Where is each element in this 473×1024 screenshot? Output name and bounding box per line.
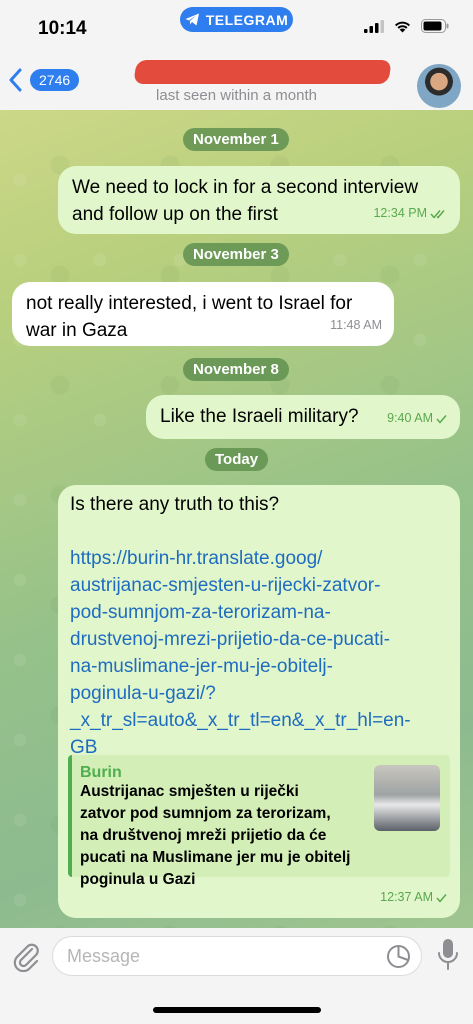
check-icon: [436, 414, 447, 424]
link-preview-card[interactable]: Burin Austrijanac smješten u riječki zat…: [68, 755, 450, 888]
message-time: 9:40 AM: [387, 411, 433, 425]
message-bubble-outgoing[interactable]: Like the Israeli military? 9:40 AM: [146, 395, 460, 439]
telegram-pill[interactable]: TELEGRAM: [180, 7, 293, 32]
link-line: drustvenoj-mrezi-prijetio-da-ce-pucati-: [70, 629, 390, 650]
paperclip-icon[interactable]: [12, 940, 40, 972]
message-time: 11:48 AM: [330, 318, 382, 332]
date-separator: Today: [205, 448, 269, 471]
link-line: _x_tr_sl=auto&_x_tr_tl=en&_x_tr_hl=en-: [70, 710, 411, 731]
double-check-icon: [430, 209, 445, 219]
date-separator: November 8: [183, 358, 289, 381]
message-bubble-outgoing[interactable]: Is there any truth to this? https://buri…: [58, 485, 460, 918]
message-body: Is there any truth to this? https://buri…: [70, 491, 450, 761]
battery-icon: [421, 19, 449, 33]
preview-line: pucati na Muslimane jer mu je obitelj: [80, 849, 351, 866]
message-bubble-incoming[interactable]: not really interested, i went to Israel …: [12, 282, 394, 346]
home-indicator[interactable]: [153, 1007, 321, 1013]
link-line: https://burin-hr.translate.goog/: [70, 548, 323, 569]
message-line: war in Gaza: [26, 320, 128, 341]
sticker-icon[interactable]: [386, 944, 411, 969]
signal-icon: [364, 19, 384, 33]
message-time: 12:34 PM: [373, 206, 427, 220]
redacted-contact-name[interactable]: [133, 60, 392, 84]
message-field[interactable]: [52, 936, 422, 976]
message-line: not really interested, i went to Israel …: [26, 293, 353, 314]
message-bubble-outgoing[interactable]: We need to lock in for a second intervie…: [58, 166, 460, 234]
last-seen-status: last seen within a month: [156, 87, 317, 104]
contact-avatar[interactable]: [417, 64, 461, 108]
message-meta: 9:40 AM: [387, 405, 448, 432]
preview-line: poginula u Gazi: [80, 871, 196, 888]
wifi-icon: [395, 21, 410, 33]
date-separator: November 3: [183, 243, 289, 266]
message-meta: 12:37 AM: [380, 884, 448, 911]
status-icons: [364, 19, 449, 33]
message-meta: 11:48 AM: [330, 312, 382, 339]
status-bar: 10:14 TELEGRAM: [0, 0, 473, 60]
message-input[interactable]: [67, 946, 367, 967]
link-preview-description: Austrijanac smješten u riječki zatvor po…: [80, 781, 370, 891]
microphone-icon[interactable]: [437, 938, 459, 972]
preview-line: na društvenoj mreži prijetio da će: [80, 827, 327, 844]
preview-line: Austrijanac smješten u riječki: [80, 783, 299, 800]
chat-header: 2746 last seen within a month: [0, 60, 473, 110]
message-time: 12:37 AM: [380, 890, 433, 904]
link-line: pod-sumnjom-za-terorizam-na-: [70, 602, 331, 623]
status-time: 10:14: [38, 18, 87, 39]
message-meta: 12:34 PM: [373, 200, 448, 227]
telegram-pill-label: TELEGRAM: [205, 11, 289, 28]
link-line: na-muslimane-jer-mu-je-obitelj-: [70, 656, 333, 677]
message-text: Is there any truth to this?: [70, 494, 280, 515]
telegram-icon: [185, 13, 199, 26]
preview-line: zatvor pod sumnjom za terorizam,: [80, 805, 331, 822]
check-icon: [436, 893, 447, 903]
link-line: austrijanac-smjesten-u-rijecki-zatvor-: [70, 575, 381, 596]
date-separator: November 1: [183, 128, 289, 151]
link-line: poginula-u-gazi/?: [70, 683, 216, 704]
message-link[interactable]: https://burin-hr.translate.goog/ austrij…: [70, 545, 450, 761]
link-preview-thumbnail[interactable]: [374, 765, 440, 831]
message-line: We need to lock in for a second intervie…: [72, 177, 419, 198]
